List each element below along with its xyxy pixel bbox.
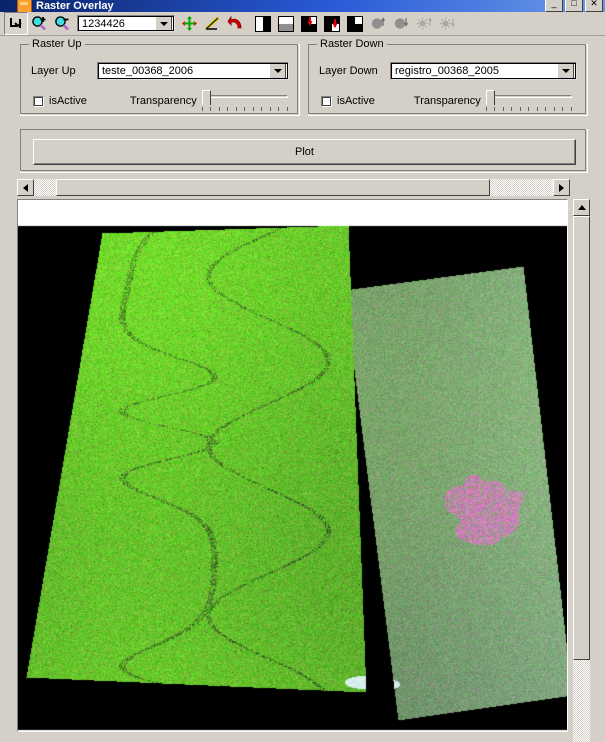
raster-down-group-title: Raster Down [317, 38, 387, 50]
raster-up-isactive-checkbox[interactable] [33, 95, 44, 107]
raster-down-isactive-label: isActive [337, 95, 375, 107]
contrast-decrease-icon[interactable] [390, 13, 412, 34]
window-controls: _ □ ✕ [545, 0, 603, 12]
chevron-down-icon[interactable] [557, 63, 574, 79]
app-icon [17, 0, 32, 12]
window-title: Raster Overlay [36, 0, 114, 12]
raster-up-isactive-label: isActive [49, 95, 87, 107]
pan-move-icon[interactable] [178, 13, 200, 34]
raster-up-transparency-slider[interactable] [201, 90, 288, 112]
vertical-scrollbar[interactable] [573, 199, 590, 742]
layer-down-label: Layer Down [319, 65, 378, 77]
zoom-in-icon[interactable] [29, 13, 51, 34]
arrow-down-right-icon[interactable] [4, 12, 28, 35]
brightness-increase-icon[interactable] [413, 13, 435, 34]
undo-arrow-icon[interactable] [224, 13, 246, 34]
layer-down-value: registro_00368_2005 [395, 65, 499, 77]
maximize-button[interactable]: □ [565, 0, 583, 12]
toolbar: 1234426 [0, 12, 605, 36]
raster-up-group-title: Raster Up [29, 38, 85, 50]
raster-down-transparency-slider[interactable] [485, 90, 572, 112]
red-band-down-icon[interactable] [321, 13, 343, 34]
plot-panel: Plot [20, 129, 588, 173]
raster-overlay-image [18, 200, 567, 731]
zoom-out-icon[interactable] [52, 13, 74, 34]
scroll-left-button[interactable] [17, 179, 34, 196]
layer-up-select[interactable]: teste_00368_2006 [97, 62, 289, 80]
zoom-scale-combo[interactable]: 1234426 [77, 15, 175, 32]
raster-overlay-window: Raster Overlay _ □ ✕ 1234426 Raster Up L… [0, 0, 605, 742]
contrast-horizontal-icon[interactable] [275, 13, 297, 34]
title-bar: Raster Overlay _ □ ✕ [0, 0, 605, 12]
minimize-glyph: _ [551, 0, 557, 8]
layer-up-value: teste_00368_2006 [102, 65, 194, 77]
scroll-right-button[interactable] [553, 179, 570, 196]
plot-button[interactable]: Plot [33, 139, 576, 165]
raster-down-isactive-checkbox[interactable] [321, 95, 332, 107]
layer-up-label: Layer Up [31, 65, 76, 77]
horizontal-scrollbar[interactable] [17, 179, 570, 196]
raster-down-group: Raster Down Layer Down registro_00368_20… [308, 38, 588, 116]
layer-down-select[interactable]: registro_00368_2005 [390, 62, 577, 80]
close-glyph: ✕ [590, 0, 598, 8]
zoom-scale-value: 1234426 [82, 17, 125, 30]
contrast-vertical-icon[interactable] [252, 13, 274, 34]
vertical-scroll-thumb[interactable] [573, 216, 590, 660]
raster-canvas[interactable] [17, 199, 568, 732]
close-button[interactable]: ✕ [585, 0, 603, 12]
contrast-increase-icon[interactable] [367, 13, 389, 34]
gray-band-icon[interactable] [344, 13, 366, 34]
raster-down-transparency-label: Transparency [413, 95, 481, 107]
maximize-glyph: □ [571, 0, 577, 8]
chevron-down-icon[interactable] [155, 16, 172, 31]
chevron-down-icon[interactable] [269, 63, 286, 79]
raster-up-transparency-label: Transparency [129, 95, 197, 107]
plot-button-label: Plot [295, 146, 314, 158]
horizontal-scroll-thumb[interactable] [56, 179, 490, 196]
scroll-up-button[interactable] [573, 199, 590, 216]
red-band-up-icon[interactable] [298, 13, 320, 34]
raster-up-group: Raster Up Layer Up teste_00368_2006 isAc… [20, 38, 300, 116]
minimize-button[interactable]: _ [545, 0, 563, 12]
brightness-decrease-icon[interactable] [436, 13, 458, 34]
measure-line-icon[interactable] [201, 13, 223, 34]
